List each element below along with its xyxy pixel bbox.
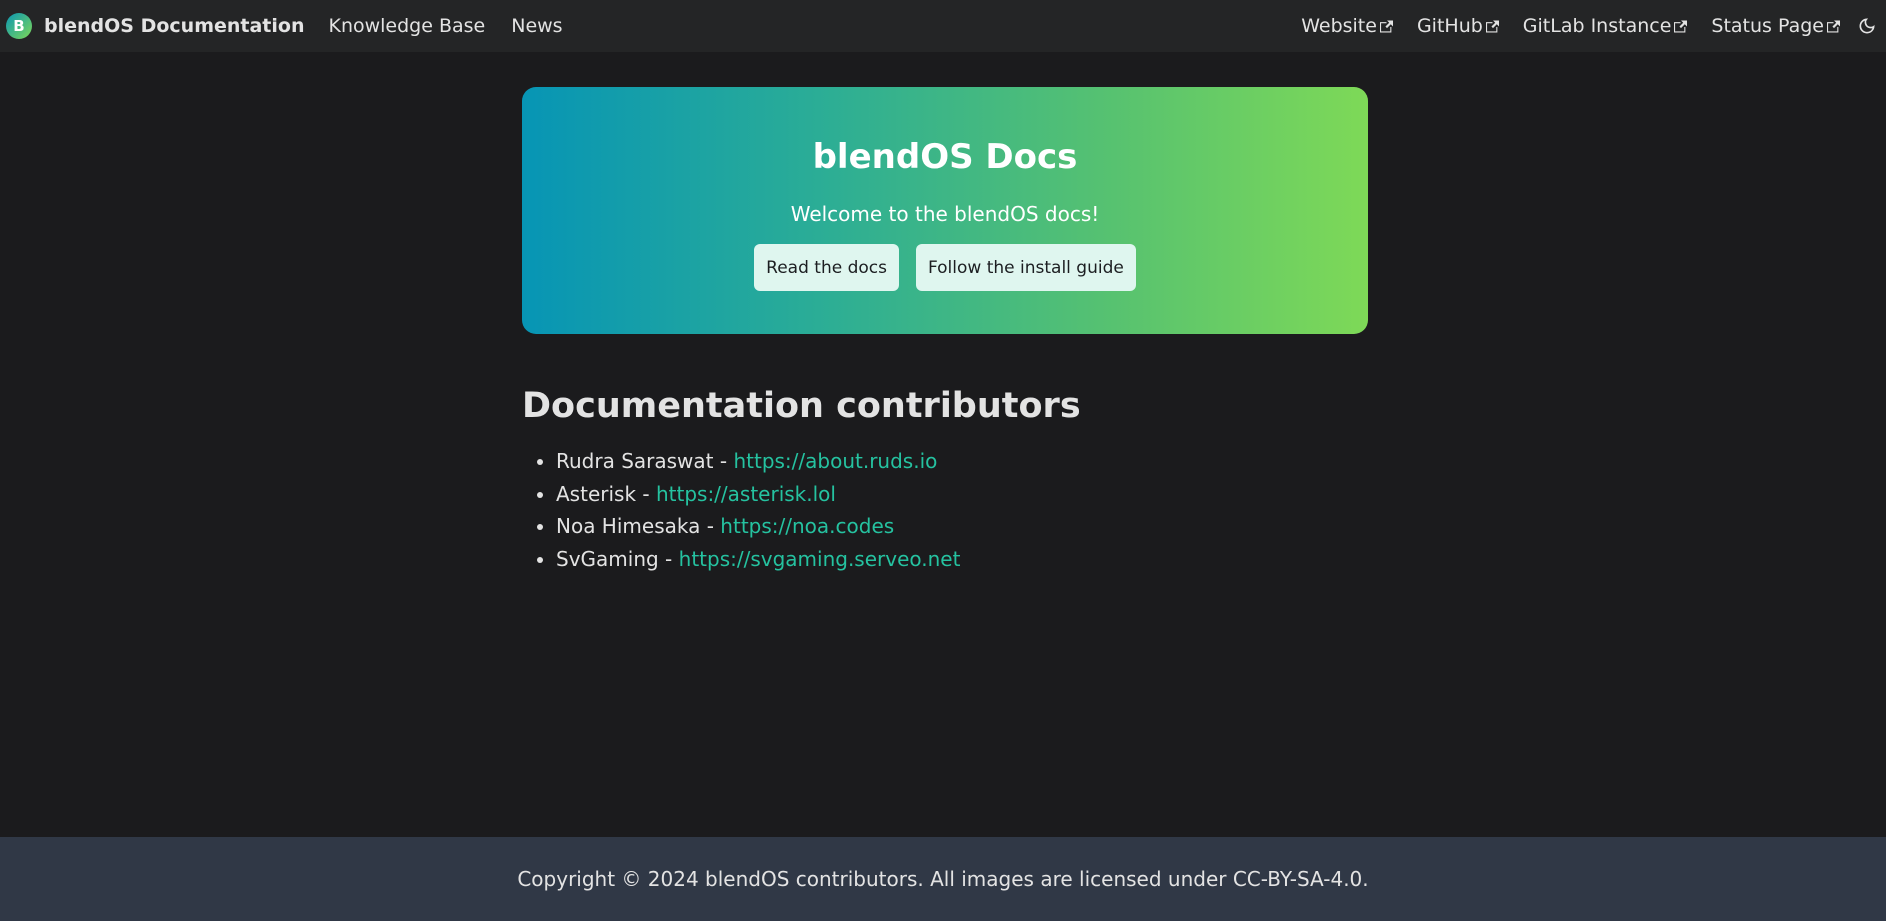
list-item: Rudra Saraswat - https://about.ruds.io [556,445,960,478]
nav-right-links: Website GitHub GitLab Instance Status Pa… [1289,11,1882,41]
list-item: Asterisk - https://asterisk.lol [556,478,960,511]
separator: - [713,449,734,473]
separator: - [700,514,721,538]
contributor-name: Rudra Saraswat [556,449,714,473]
list-item: Noa Himesaka - https://noa.codes [556,510,960,543]
hero-title: blendOS Docs [812,137,1078,177]
nav-link-label: GitHub [1416,15,1483,37]
navbar: B blendOS Documentation Knowledge Base N… [0,0,1886,52]
contributor-name: Asterisk [556,481,637,506]
hero-subtitle: Welcome to the blendOS docs! [790,202,1100,226]
blendos-logo-icon: B [6,13,32,39]
hero-banner: blendOS Docs Welcome to the blendOS docs… [522,87,1368,334]
contributor-link[interactable]: https://svgaming.serveo.net [679,547,961,571]
separator: - [658,546,679,571]
contributor-link[interactable]: https://noa.codes [720,514,894,538]
nav-link-label: Status Page [1711,15,1824,37]
external-link-icon [1674,20,1688,32]
hero-buttons: Read the docs Follow the install guide [522,244,1368,291]
list-item: SvGaming - https://svgaming.serveo.net [556,543,960,576]
read-the-docs-button[interactable]: Read the docs [754,244,899,291]
contributor-name: SvGaming [556,546,659,571]
nav-link-website[interactable]: Website [1289,15,1405,37]
nav-link-status-page[interactable]: Status Page [1699,15,1852,37]
contributor-link[interactable]: https://about.ruds.io [733,449,937,473]
contributor-link[interactable]: https://asterisk.lol [656,482,836,506]
brand-link[interactable]: B blendOS Documentation [6,13,304,39]
footer-copyright: Copyright © 2024 blendOS contributors. A… [517,867,1369,891]
theme-toggle-button[interactable] [1852,11,1882,41]
nav-link-github[interactable]: GitHub [1405,15,1511,37]
contributors-list: Rudra Saraswat - https://about.ruds.io A… [556,445,960,575]
external-link-icon [1827,20,1840,32]
nav-left-links: Knowledge Base News [315,15,575,37]
brand-title: blendOS Documentation [44,15,305,37]
external-link-icon [1379,20,1393,32]
nav-link-knowledge-base[interactable]: Knowledge Base [315,15,498,37]
nav-link-label: Website [1301,15,1377,37]
nav-link-gitlab-instance[interactable]: GitLab Instance [1511,15,1700,37]
install-guide-button[interactable]: Follow the install guide [915,244,1136,291]
footer: Copyright © 2024 blendOS contributors. A… [0,837,1886,921]
external-link-icon [1485,20,1499,32]
contributor-name: Noa Himesaka [556,514,701,538]
nav-link-label: GitLab Instance [1522,15,1672,37]
moon-icon [1859,18,1875,34]
nav-link-news[interactable]: News [498,15,575,37]
separator: - [636,481,656,506]
contributors-heading: Documentation contributors [522,386,1081,426]
